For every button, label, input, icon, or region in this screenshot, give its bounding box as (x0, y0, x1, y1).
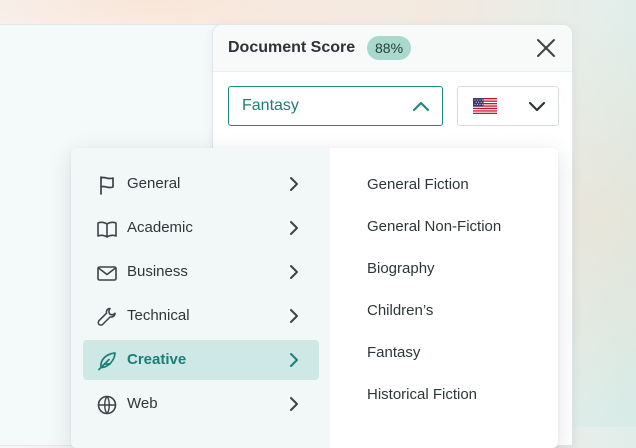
feather-icon (98, 352, 116, 371)
flag-icon (100, 176, 114, 195)
category-label: Technical (127, 307, 190, 324)
category-item-general[interactable]: General (83, 164, 319, 204)
genre-dropdown-menu: General Academic Business Technical Crea… (71, 148, 558, 448)
category-label: Academic (127, 219, 193, 236)
chevron-right-icon (290, 221, 298, 235)
genre-select-value: Fantasy (242, 97, 299, 114)
category-item-creative[interactable]: Creative (83, 340, 319, 380)
category-item-business[interactable]: Business (83, 252, 319, 292)
category-item-web[interactable]: Web (83, 384, 319, 424)
subcategory-item[interactable]: General Non-Fiction (367, 218, 501, 235)
globe-icon (97, 395, 117, 415)
category-item-academic[interactable]: Academic (83, 208, 319, 248)
panel-header: Document Score 88% (213, 25, 572, 72)
category-label: Creative (127, 351, 187, 368)
subcategory-item[interactable]: Biography (367, 260, 435, 277)
wrench-icon (97, 307, 116, 326)
subcategory-item[interactable]: Fantasy (367, 344, 420, 361)
subcategory-item[interactable]: General Fiction (367, 176, 469, 193)
chevron-right-icon (290, 353, 298, 367)
chevron-right-icon (290, 177, 298, 191)
envelope-icon (97, 266, 117, 281)
genre-select[interactable]: Fantasy (228, 86, 443, 126)
language-select[interactable] (457, 86, 559, 126)
subcategory-item[interactable]: Historical Fiction (367, 386, 477, 403)
chevron-right-icon (290, 265, 298, 279)
close-icon (537, 39, 555, 57)
category-list: General Academic Business Technical Crea… (71, 148, 330, 448)
score-badge: 88% (367, 36, 412, 60)
subcategory-list: General Fiction General Non-Fiction Biog… (330, 148, 558, 448)
category-item-technical[interactable]: Technical (83, 296, 319, 336)
chevron-down-icon (528, 101, 546, 112)
book-icon (97, 221, 117, 238)
panel-title: Document Score (228, 39, 356, 56)
chevron-up-icon (412, 101, 430, 112)
category-label: Web (127, 395, 158, 412)
chevron-right-icon (290, 309, 298, 323)
subcategory-item[interactable]: Children’s (367, 302, 433, 319)
close-button[interactable] (533, 35, 559, 61)
category-label: General (127, 175, 181, 192)
category-label: Business (127, 263, 188, 280)
chevron-right-icon (290, 397, 298, 411)
us-flag-icon (473, 98, 497, 114)
